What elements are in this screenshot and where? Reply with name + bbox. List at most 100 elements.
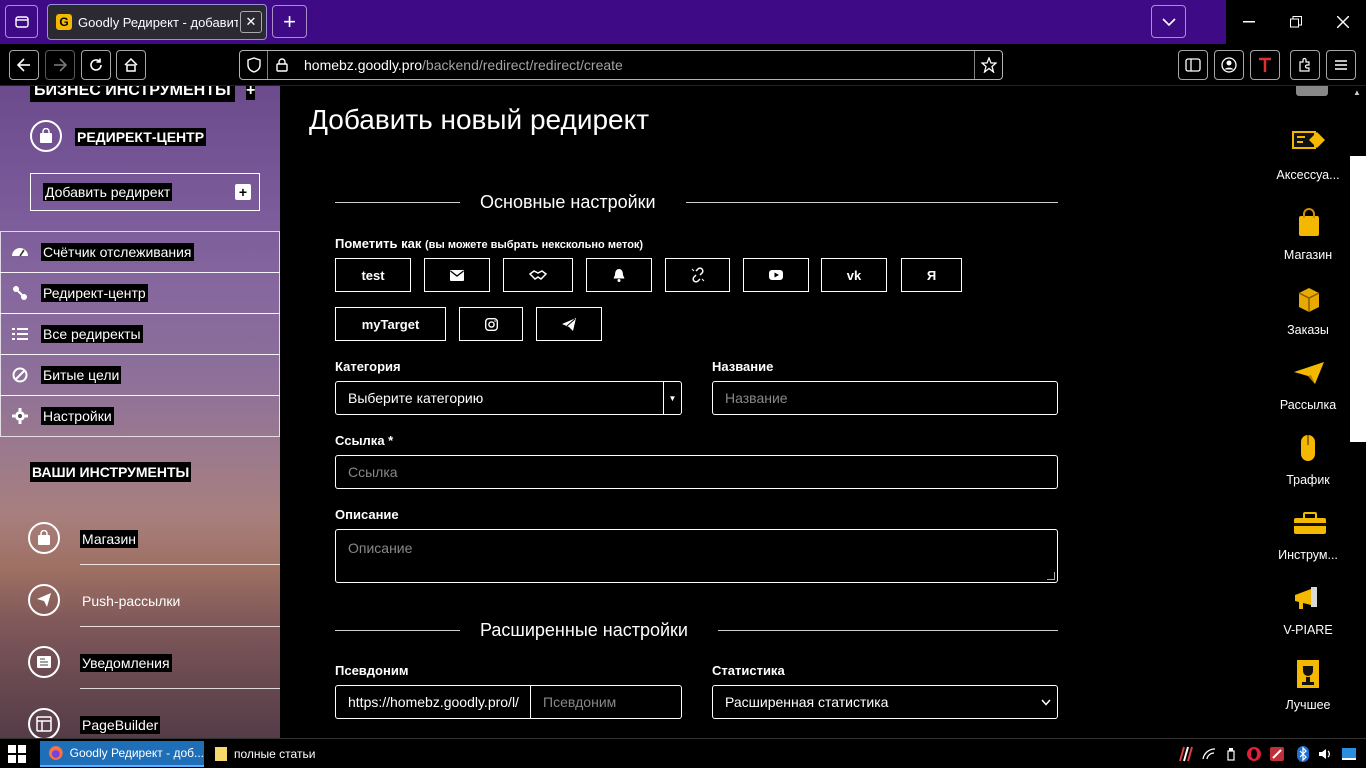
category-select-value: Выберите категорию [348,390,484,406]
tag-mytarget-button[interactable]: myTarget [335,307,446,341]
paper-plane-icon [28,584,60,616]
opera-icon[interactable] [1243,742,1265,766]
tab-close-button[interactable]: ✕ [240,11,262,33]
category-label: Категория [335,359,401,374]
resize-handle[interactable] [1047,572,1055,580]
advanced-settings-section: Расширенные настройки [335,620,1058,640]
menu-item-label: Все редиректы [41,325,143,343]
list-all-tabs-button[interactable] [1151,5,1186,38]
tag-telegram-button[interactable] [536,307,602,341]
taskbar-item-label: полные статьи [234,747,316,761]
menu-item-all-redirects[interactable]: Все редиректы [0,313,280,355]
home-button[interactable] [116,50,146,80]
menu-item-broken-goals[interactable]: Битые цели [0,354,280,396]
menu-item-settings[interactable]: Настройки [0,395,280,437]
volume-icon[interactable] [1314,742,1336,766]
url-text[interactable]: homebz.goodly.pro/backend/redirect/redir… [304,57,623,73]
tool-push-mailing[interactable]: Push-рассылки [28,584,280,627]
restore-button[interactable] [1273,0,1319,44]
back-button[interactable] [9,50,39,80]
tool-shop[interactable]: Магазин [28,522,280,565]
tag-instagram-button[interactable] [459,307,523,341]
app-traffic[interactable]: Трафик [1250,433,1366,487]
windows-start-button[interactable] [8,745,26,763]
site-info-button[interactable] [268,51,296,79]
tool-label: Магазин [80,530,139,548]
app-accessories[interactable]: Аксессуа... [1250,128,1366,182]
account-button[interactable] [1214,50,1244,80]
app-v-piare[interactable]: V-PIARE [1250,583,1366,637]
extensions-button[interactable] [1290,50,1320,80]
statistics-select[interactable]: Расширенная статистика [712,685,1058,719]
redirect-center-heading[interactable]: РЕДИРЕКТ-ЦЕНТР [75,128,207,146]
reload-button[interactable] [81,50,111,80]
app-mailing[interactable]: Рассылка [1250,358,1366,412]
tool-notifications[interactable]: Уведомления [28,646,280,689]
tracking-protection-button[interactable] [240,51,268,79]
minimize-button[interactable] [1226,0,1272,44]
menu-item-label: Настройки [41,407,114,425]
menu-item-tracking-counter[interactable]: Счётчик отслеживания [0,231,280,273]
tray-notes-icon[interactable] [1266,742,1288,766]
tag-yandex-button[interactable]: Я [901,258,962,292]
browser-tab-active[interactable]: G Goodly Редирект - добавить ✕ [47,4,267,40]
app-menu-button[interactable] [1326,50,1356,80]
add-redirect-button[interactable]: Добавить редирект + [30,173,260,211]
address-bar[interactable]: homebz.goodly.pro/backend/redirect/redir… [239,50,1003,80]
chevron-down-icon [1041,699,1051,706]
reader-sidebar-button[interactable] [1178,50,1208,80]
gear-icon [11,407,29,425]
business-tools-expand-button[interactable]: + [246,86,256,100]
name-input[interactable]: Название [712,381,1058,415]
extension-t-button[interactable] [1250,50,1280,80]
windows-taskbar: Goodly Редирект - доб... полные статьи [0,738,1366,768]
tag-partner-button[interactable] [503,258,573,292]
ban-icon [11,366,29,384]
category-select[interactable]: Выберите категорию ▼ [335,381,682,415]
link-label: Ссылка * [335,433,394,448]
new-tab-button[interactable]: + [272,5,307,38]
minimize-icon [1243,21,1255,23]
close-window-button[interactable] [1320,0,1366,44]
tag-notification-button[interactable] [586,258,652,292]
scrollbar-thumb[interactable] [1350,156,1366,442]
taskbar-item-label: Goodly Редирект - доб... [69,746,204,760]
tray-app-icon[interactable] [1174,742,1196,766]
star-icon [980,57,997,73]
divider [80,564,280,565]
scroll-up-arrow-icon[interactable]: ▲ [1353,88,1361,97]
taskbar-notes-window[interactable]: полные статьи [206,741,370,767]
tag-email-button[interactable] [424,258,490,292]
vk-icon: vk [846,267,862,283]
tag-test-button[interactable]: test [335,258,411,292]
tag-youtube-button[interactable] [743,258,809,292]
divider [686,202,1058,203]
bluetooth-icon[interactable] [1292,742,1314,766]
menu-item-label: Редирект-центр [41,284,148,302]
arrow-left-icon [17,58,30,72]
description-textarea[interactable]: Описание [335,529,1058,583]
tag-vk-button[interactable]: vk [821,258,887,292]
app-shop[interactable]: Магазин [1250,208,1366,262]
bookmark-star-button[interactable] [974,51,1002,79]
menu-item-redirect-center[interactable]: Редирект-центр [0,272,280,314]
link-input[interactable]: Ссылка [335,455,1058,489]
divider [335,630,460,631]
tool-pagebuilder[interactable]: PageBuilder [28,708,278,738]
forward-button[interactable] [45,50,75,80]
app-orders[interactable]: Заказы [1250,283,1366,337]
app-best[interactable]: Лучшее [1250,658,1366,712]
notifications-icon[interactable] [1338,742,1360,766]
app-tools[interactable]: Инструм... [1250,508,1366,562]
tag-label: test [361,267,385,283]
wifi-icon[interactable] [1198,742,1220,766]
page-scrollbar[interactable]: ▲ [1350,86,1366,738]
shopping-bag-icon [30,120,62,152]
tag-broken-link-button[interactable] [665,258,730,292]
alias-input[interactable]: Псевдоним [531,686,681,718]
firefox-view-button[interactable] [5,5,38,38]
taskbar-firefox-window[interactable]: Goodly Редирект - доб... [40,741,204,767]
usb-icon[interactable] [1220,742,1242,766]
advanced-settings-heading: Расширенные настройки [480,620,688,640]
your-tools-heading: ВАШИ ИНСТРУМЕНТЫ [30,462,192,482]
